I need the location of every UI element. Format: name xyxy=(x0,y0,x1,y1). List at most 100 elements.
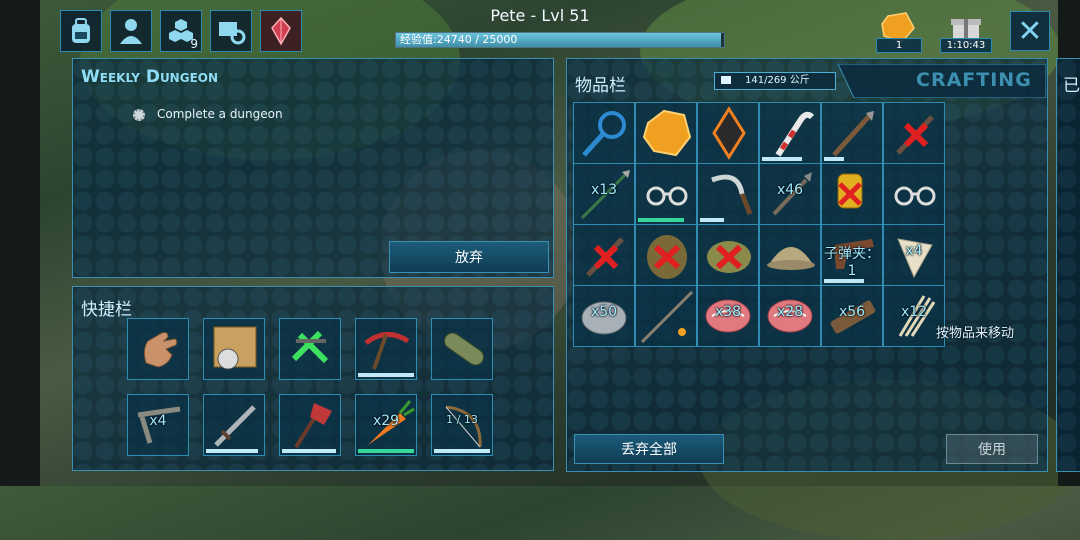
inventory-slot[interactable] xyxy=(697,163,759,225)
armor-broken-icon xyxy=(707,241,751,273)
quest-task: Complete a dungeon xyxy=(157,107,283,121)
spear-icon xyxy=(832,111,874,157)
item-quantity: 子弹夹：1 xyxy=(824,246,880,279)
item-quantity: x56 xyxy=(838,304,866,320)
quest-bullet-icon xyxy=(133,109,145,121)
pith-helmet-icon xyxy=(767,247,815,270)
sword-icon xyxy=(214,405,256,447)
item-quantity: x29 xyxy=(372,413,400,429)
inventory-slot[interactable] xyxy=(697,224,759,286)
inventory-slot[interactable]: x50 xyxy=(573,285,635,347)
inventory-slot[interactable]: x38 xyxy=(697,285,759,347)
drop-all-button[interactable]: 丢弃全部 xyxy=(574,434,724,464)
camera-gear-icon xyxy=(219,22,246,45)
red-crystal-icon xyxy=(271,16,291,46)
hotbar-slot[interactable] xyxy=(355,318,417,380)
inventory-slot[interactable] xyxy=(883,102,945,164)
xp-progress-bar: 经验值:24740 / 25000 xyxy=(395,32,725,48)
inventory-slot[interactable]: x46 xyxy=(759,163,821,225)
inventory-slot[interactable] xyxy=(635,163,697,225)
inventory-title: 物品栏 xyxy=(575,76,626,96)
item-quantity: x50 xyxy=(590,304,618,320)
glasses-icon xyxy=(646,186,688,206)
right-partial-panel: 已 xyxy=(1056,58,1080,472)
xp-text: 经验值:24740 / 25000 xyxy=(400,33,518,46)
candy-cane-icon xyxy=(775,111,815,157)
durability-bar xyxy=(700,218,724,222)
close-button[interactable]: ✕ xyxy=(1010,11,1050,51)
weekly-dungeon-title: Weekly Dungeon xyxy=(81,67,219,87)
leather-broken-icon xyxy=(647,235,687,279)
hotbar-slot[interactable]: x29 xyxy=(355,394,417,456)
durability-bar xyxy=(824,279,864,283)
inventory-slot[interactable]: x4 xyxy=(883,224,945,286)
gift-timer: 1:10:43 xyxy=(940,38,992,53)
engrams-button[interactable]: 9 xyxy=(160,10,202,52)
durability-bar xyxy=(206,449,258,453)
hotbar-slot[interactable] xyxy=(279,394,341,456)
inventory-slot[interactable] xyxy=(759,102,821,164)
dark-crystal-icon xyxy=(712,106,746,160)
close-icon: ✕ xyxy=(1017,13,1043,49)
item-quantity: x38 xyxy=(714,304,742,320)
inventory-backpack-button[interactable] xyxy=(60,10,102,52)
character-button[interactable] xyxy=(110,10,152,52)
hand-icon xyxy=(143,332,178,368)
hotbar-slot[interactable] xyxy=(203,394,265,456)
tab-crafting[interactable]: CRAFTING xyxy=(838,64,1046,98)
inventory-slot[interactable]: 子弹夹：1 xyxy=(821,224,883,286)
broken-item-icon xyxy=(896,115,934,155)
inventory-slot[interactable] xyxy=(573,102,635,164)
hotbar-slot[interactable] xyxy=(127,318,189,380)
durability-bar xyxy=(434,449,490,453)
inventory-slot[interactable] xyxy=(883,163,945,225)
engram-points-badge: 9 xyxy=(190,37,198,51)
item-quantity: x12 xyxy=(900,304,928,320)
crystal-button[interactable] xyxy=(260,10,302,52)
inventory-slot[interactable]: x13 xyxy=(573,163,635,225)
hotbar-slot[interactable] xyxy=(203,318,265,380)
hatchet-icon xyxy=(294,403,332,449)
item-quantity: x28 xyxy=(776,304,804,320)
inventory-slot[interactable] xyxy=(821,163,883,225)
durability-bar xyxy=(282,449,336,453)
move-hint: 按物品来移动 xyxy=(936,326,1015,341)
broken-item-icon xyxy=(586,237,624,277)
inventory-slot[interactable] xyxy=(697,102,759,164)
map-compass-icon xyxy=(213,326,257,370)
weekly-dungeon-panel: Weekly Dungeon Complete a dungeon 放弃 xyxy=(72,58,554,278)
blueprint-green-icon xyxy=(291,330,329,364)
inventory-slot[interactable]: x28 xyxy=(759,285,821,347)
weight-icon xyxy=(721,76,731,84)
item-quantity: x4 xyxy=(905,243,923,259)
inventory-slot[interactable] xyxy=(573,224,635,286)
hotbar-slot[interactable] xyxy=(431,318,493,380)
inventory-slot[interactable] xyxy=(759,224,821,286)
inventory-slot[interactable] xyxy=(635,224,697,286)
sickle-icon xyxy=(711,174,753,215)
inventory-slot[interactable] xyxy=(821,102,883,164)
inventory-slot[interactable]: x56 xyxy=(821,285,883,347)
use-button[interactable]: 使用 xyxy=(946,434,1038,464)
item-quantity: x13 xyxy=(590,182,618,198)
abandon-button[interactable]: 放弃 xyxy=(389,241,549,273)
tab-crafting-label: CRAFTING xyxy=(916,69,1032,91)
pickaxe-icon xyxy=(364,332,410,370)
gloves-icon xyxy=(837,173,863,209)
hotbar-slot[interactable]: 1 / 13 xyxy=(431,394,493,456)
tribe-settings-button[interactable] xyxy=(210,10,252,52)
item-quantity: x46 xyxy=(776,182,804,198)
screen-edge-left xyxy=(0,0,40,486)
durability-bar xyxy=(824,157,844,161)
durability-bar xyxy=(638,218,684,222)
item-quantity: 1 / 13 xyxy=(446,413,478,426)
hotbar-slot[interactable] xyxy=(279,318,341,380)
magnifier-icon xyxy=(582,111,626,157)
inventory-slot[interactable] xyxy=(635,285,697,347)
hotbar-slot[interactable]: x4 xyxy=(127,394,189,456)
right-panel-title: 已 xyxy=(1063,76,1080,96)
inventory-slot[interactable] xyxy=(635,102,697,164)
durability-bar xyxy=(358,373,414,377)
weight-indicator: 141/269 公斤 xyxy=(714,72,836,90)
gem-count: 1 xyxy=(876,38,922,53)
